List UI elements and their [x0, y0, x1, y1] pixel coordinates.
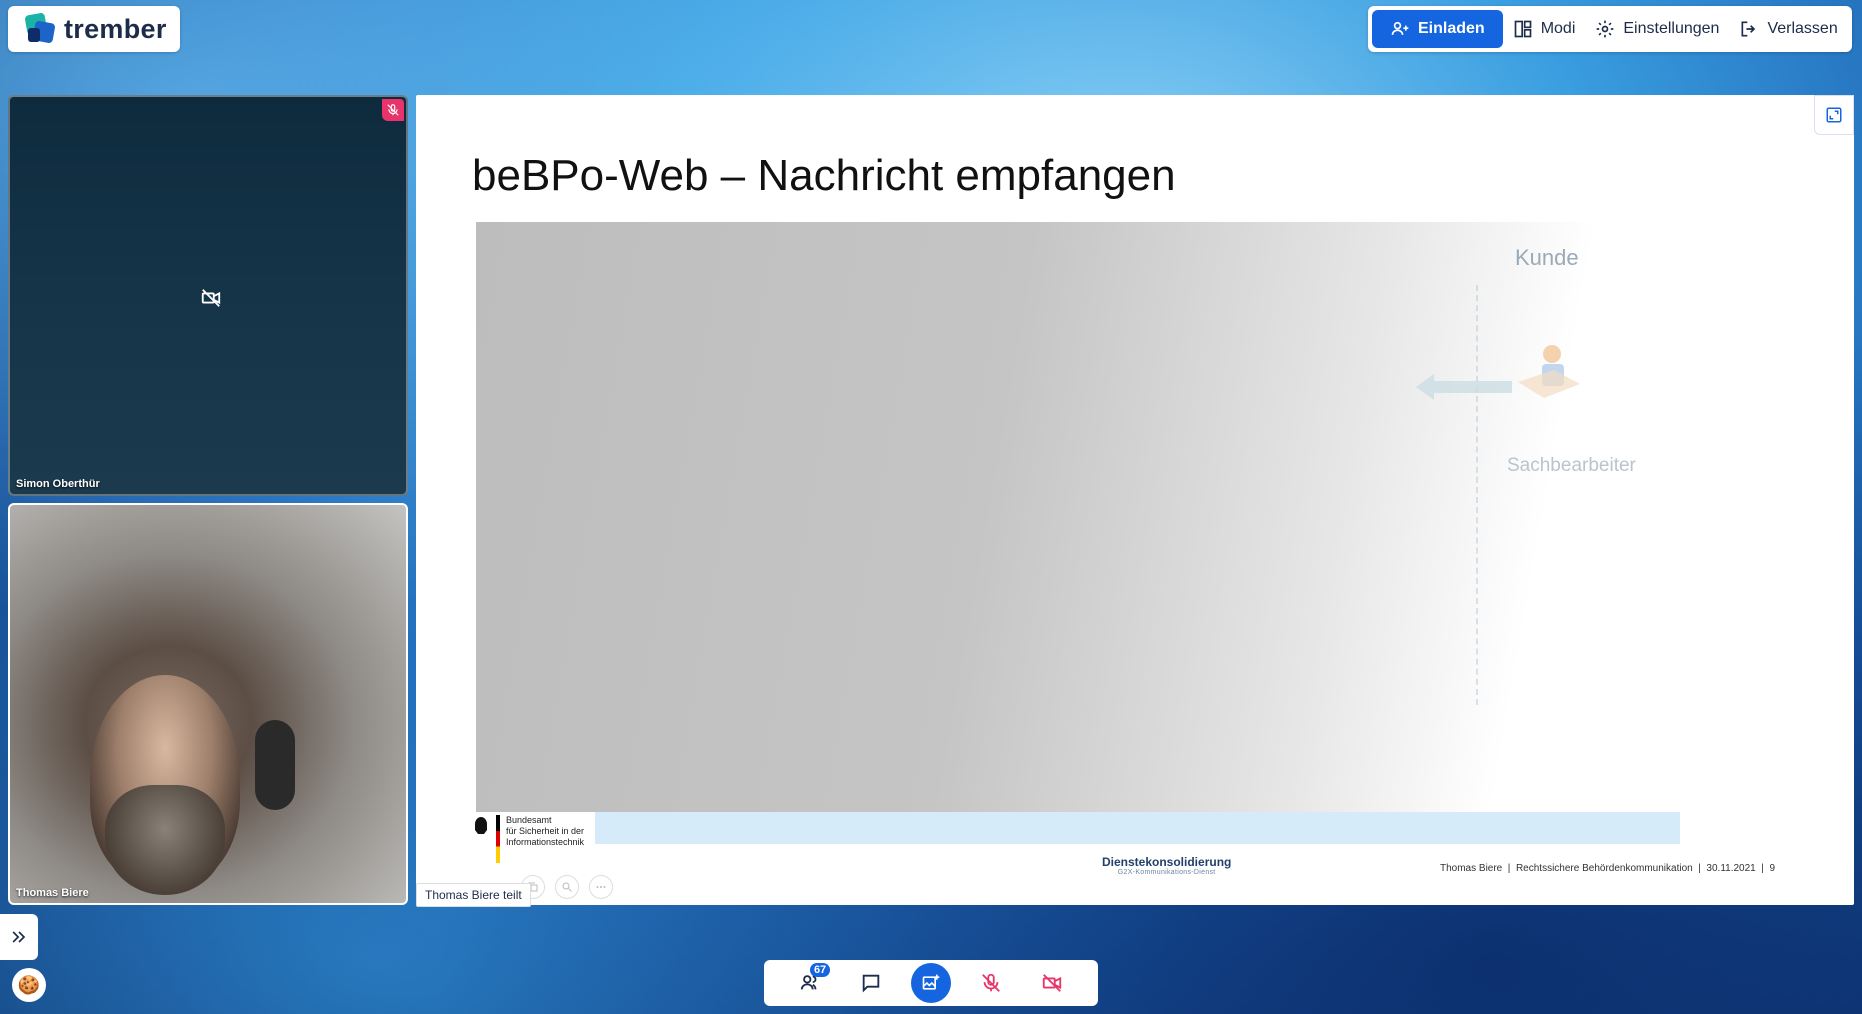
- participant-video-beard: [105, 785, 225, 895]
- add-users-icon: [1391, 21, 1409, 35]
- mic-off-icon: [982, 973, 1001, 992]
- dienstekonsolidierung-logo: Dienstekonsolidierung G2X-Kommunikations…: [1102, 855, 1231, 876]
- add-image-icon: [922, 974, 940, 990]
- presentation-area[interactable]: beBPo-Web – Nachricht empfangen Kunde Sa…: [416, 95, 1854, 907]
- slide-title: beBPo-Web – Nachricht empfangen: [472, 151, 1176, 200]
- zoom-button[interactable]: [555, 875, 579, 899]
- app-name: trember: [64, 13, 167, 44]
- dk-subtitle: G2X-Kommunikations-Dienst: [1117, 869, 1216, 876]
- settings-label: Einstellungen: [1623, 20, 1720, 37]
- bsi-line: für Sicherheit in der: [506, 826, 585, 836]
- participant-tile[interactable]: Simon Oberthür: [8, 95, 408, 496]
- bsi-text: Bundesamt für Sicherheit in der Informat…: [506, 815, 596, 848]
- arrow-left-icon: [1416, 374, 1512, 400]
- modes-button[interactable]: Modi: [1503, 10, 1586, 48]
- modes-label: Modi: [1540, 20, 1576, 37]
- slide-band: [595, 812, 1680, 844]
- more-button[interactable]: [589, 875, 613, 899]
- slide-tools: [521, 875, 613, 899]
- microphone-button[interactable]: [971, 963, 1011, 1003]
- fullscreen-button[interactable]: [1814, 95, 1854, 135]
- german-flag-icon: [496, 815, 500, 863]
- cookie-settings-button[interactable]: 🍪: [12, 968, 46, 1002]
- bottom-control-bar: 67: [764, 960, 1098, 1006]
- chevrons-right-icon: [12, 931, 26, 943]
- bsi-logo: Bundesamt für Sicherheit in der Informat…: [472, 815, 596, 863]
- slide-footer: Thomas Biere | Rechtssichere Behördenkom…: [1440, 863, 1776, 874]
- leave-label: Verlassen: [1767, 20, 1838, 37]
- diagram-label-sachbearbeiter: Sachbearbeiter: [1507, 455, 1636, 476]
- chat-button[interactable]: [851, 963, 891, 1003]
- participant-name: Thomas Biere: [16, 887, 89, 899]
- exit-icon: [1741, 21, 1756, 37]
- leave-button[interactable]: Verlassen: [1729, 10, 1847, 48]
- dk-title: Dienstekonsolidierung: [1102, 855, 1232, 869]
- gear-icon: [1597, 20, 1614, 38]
- sharing-label: Thomas Biere teilt: [416, 883, 531, 907]
- bsi-line: Informationstechnik: [506, 837, 585, 847]
- camera-off-icon: [200, 287, 222, 309]
- participant-tile[interactable]: Thomas Biere: [8, 503, 408, 905]
- diagram-divider: [1476, 285, 1478, 705]
- app-logo: trember: [8, 6, 180, 52]
- logo-icon: [22, 12, 56, 46]
- settings-button[interactable]: Einstellungen: [1585, 10, 1729, 48]
- headset: [255, 720, 295, 810]
- layout-icon: [1514, 20, 1532, 38]
- slide-image: [476, 222, 1772, 812]
- fullscreen-icon: [1826, 107, 1842, 123]
- clerk-icon: [1518, 345, 1580, 398]
- mic-muted-icon: [382, 99, 404, 121]
- bsi-line: Bundesamt: [506, 815, 552, 825]
- participant-name: Simon Oberthür: [16, 478, 100, 490]
- invite-label: Einladen: [1418, 20, 1485, 37]
- share-screen-button[interactable]: [910, 963, 951, 1003]
- camera-off-icon: [1042, 974, 1061, 992]
- top-toolbar: Einladen Modi Einstellungen Verlassen: [1368, 6, 1852, 52]
- chat-icon: [862, 974, 879, 993]
- eagle-icon: [475, 817, 487, 834]
- camera-button[interactable]: [1032, 963, 1072, 1003]
- participants-button[interactable]: 67: [790, 963, 831, 1003]
- diagram-label-kunde: Kunde: [1515, 245, 1579, 270]
- invite-button[interactable]: Einladen: [1372, 10, 1503, 48]
- participants-count-badge: 67: [809, 963, 831, 977]
- cookie-icon: 🍪: [17, 974, 41, 995]
- expand-sidebar-button[interactable]: [0, 914, 38, 960]
